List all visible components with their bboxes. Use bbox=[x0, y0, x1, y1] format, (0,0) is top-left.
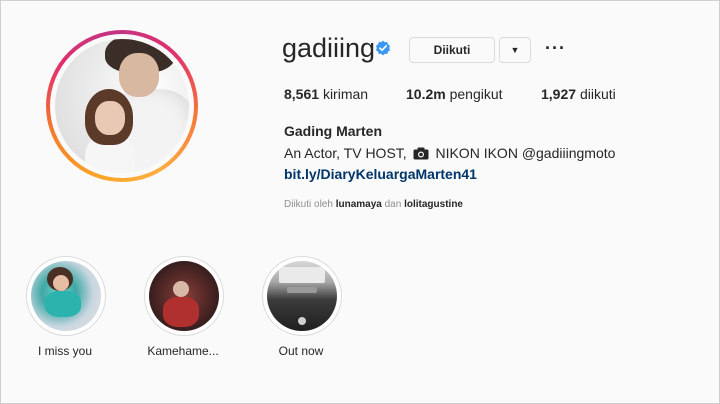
followers-count: 10.2m bbox=[406, 86, 446, 102]
highlight-label[interactable]: Kamehame... bbox=[128, 344, 238, 358]
suggested-dropdown-button[interactable]: ▼ bbox=[499, 37, 531, 63]
followed-by-user-1[interactable]: lunamaya bbox=[336, 199, 382, 210]
following-label: diikuti bbox=[579, 86, 616, 102]
posts-label: kiriman bbox=[322, 86, 369, 102]
followers-label: pengikut bbox=[449, 86, 503, 102]
stat-following[interactable]: 1,927 diikuti bbox=[541, 86, 616, 102]
highlight-i-miss-you[interactable] bbox=[26, 256, 106, 336]
highlight-kamehame[interactable] bbox=[144, 256, 224, 336]
highlight-cover bbox=[149, 261, 219, 331]
followed-by-text: Diikuti oleh lunamaya dan lolitagustine bbox=[284, 199, 463, 210]
highlight-label[interactable]: I miss you bbox=[10, 344, 120, 358]
highlight-label[interactable]: Out now bbox=[246, 344, 356, 358]
profile-website-link[interactable]: bit.ly/DiaryKeluargaMarten41 bbox=[284, 166, 477, 182]
followed-by-prefix: Diikuti oleh bbox=[284, 199, 333, 210]
followed-by-joiner: dan bbox=[384, 199, 402, 210]
profile-bio: An Actor, TV HOST, NIKON IKON @gadiiingm… bbox=[284, 145, 615, 161]
bio-text-end[interactable]: NIKON IKON @gadiiingmoto bbox=[435, 145, 615, 161]
stat-posts: 8,561 kiriman bbox=[284, 86, 368, 102]
camera-icon bbox=[413, 147, 429, 160]
verified-badge-icon bbox=[376, 40, 390, 56]
caret-down-icon: ▼ bbox=[510, 45, 520, 55]
posts-count: 8,561 bbox=[284, 86, 320, 102]
highlight-cover bbox=[267, 261, 337, 331]
following-count: 1,927 bbox=[541, 86, 577, 102]
more-options-icon[interactable]: ··· bbox=[545, 38, 566, 58]
bio-text-start: An Actor, TV HOST, bbox=[284, 145, 407, 161]
following-button[interactable]: Diikuti bbox=[409, 37, 495, 63]
profile-full-name: Gading Marten bbox=[284, 123, 383, 139]
profile-username: gadiiing bbox=[282, 33, 376, 63]
followed-by-user-2[interactable]: lolitagustine bbox=[404, 199, 463, 210]
profile-avatar[interactable] bbox=[46, 30, 198, 182]
highlight-cover bbox=[31, 261, 101, 331]
avatar-photo bbox=[55, 39, 189, 173]
stat-followers[interactable]: 10.2m pengikut bbox=[406, 86, 503, 102]
highlight-out-now[interactable] bbox=[262, 256, 342, 336]
